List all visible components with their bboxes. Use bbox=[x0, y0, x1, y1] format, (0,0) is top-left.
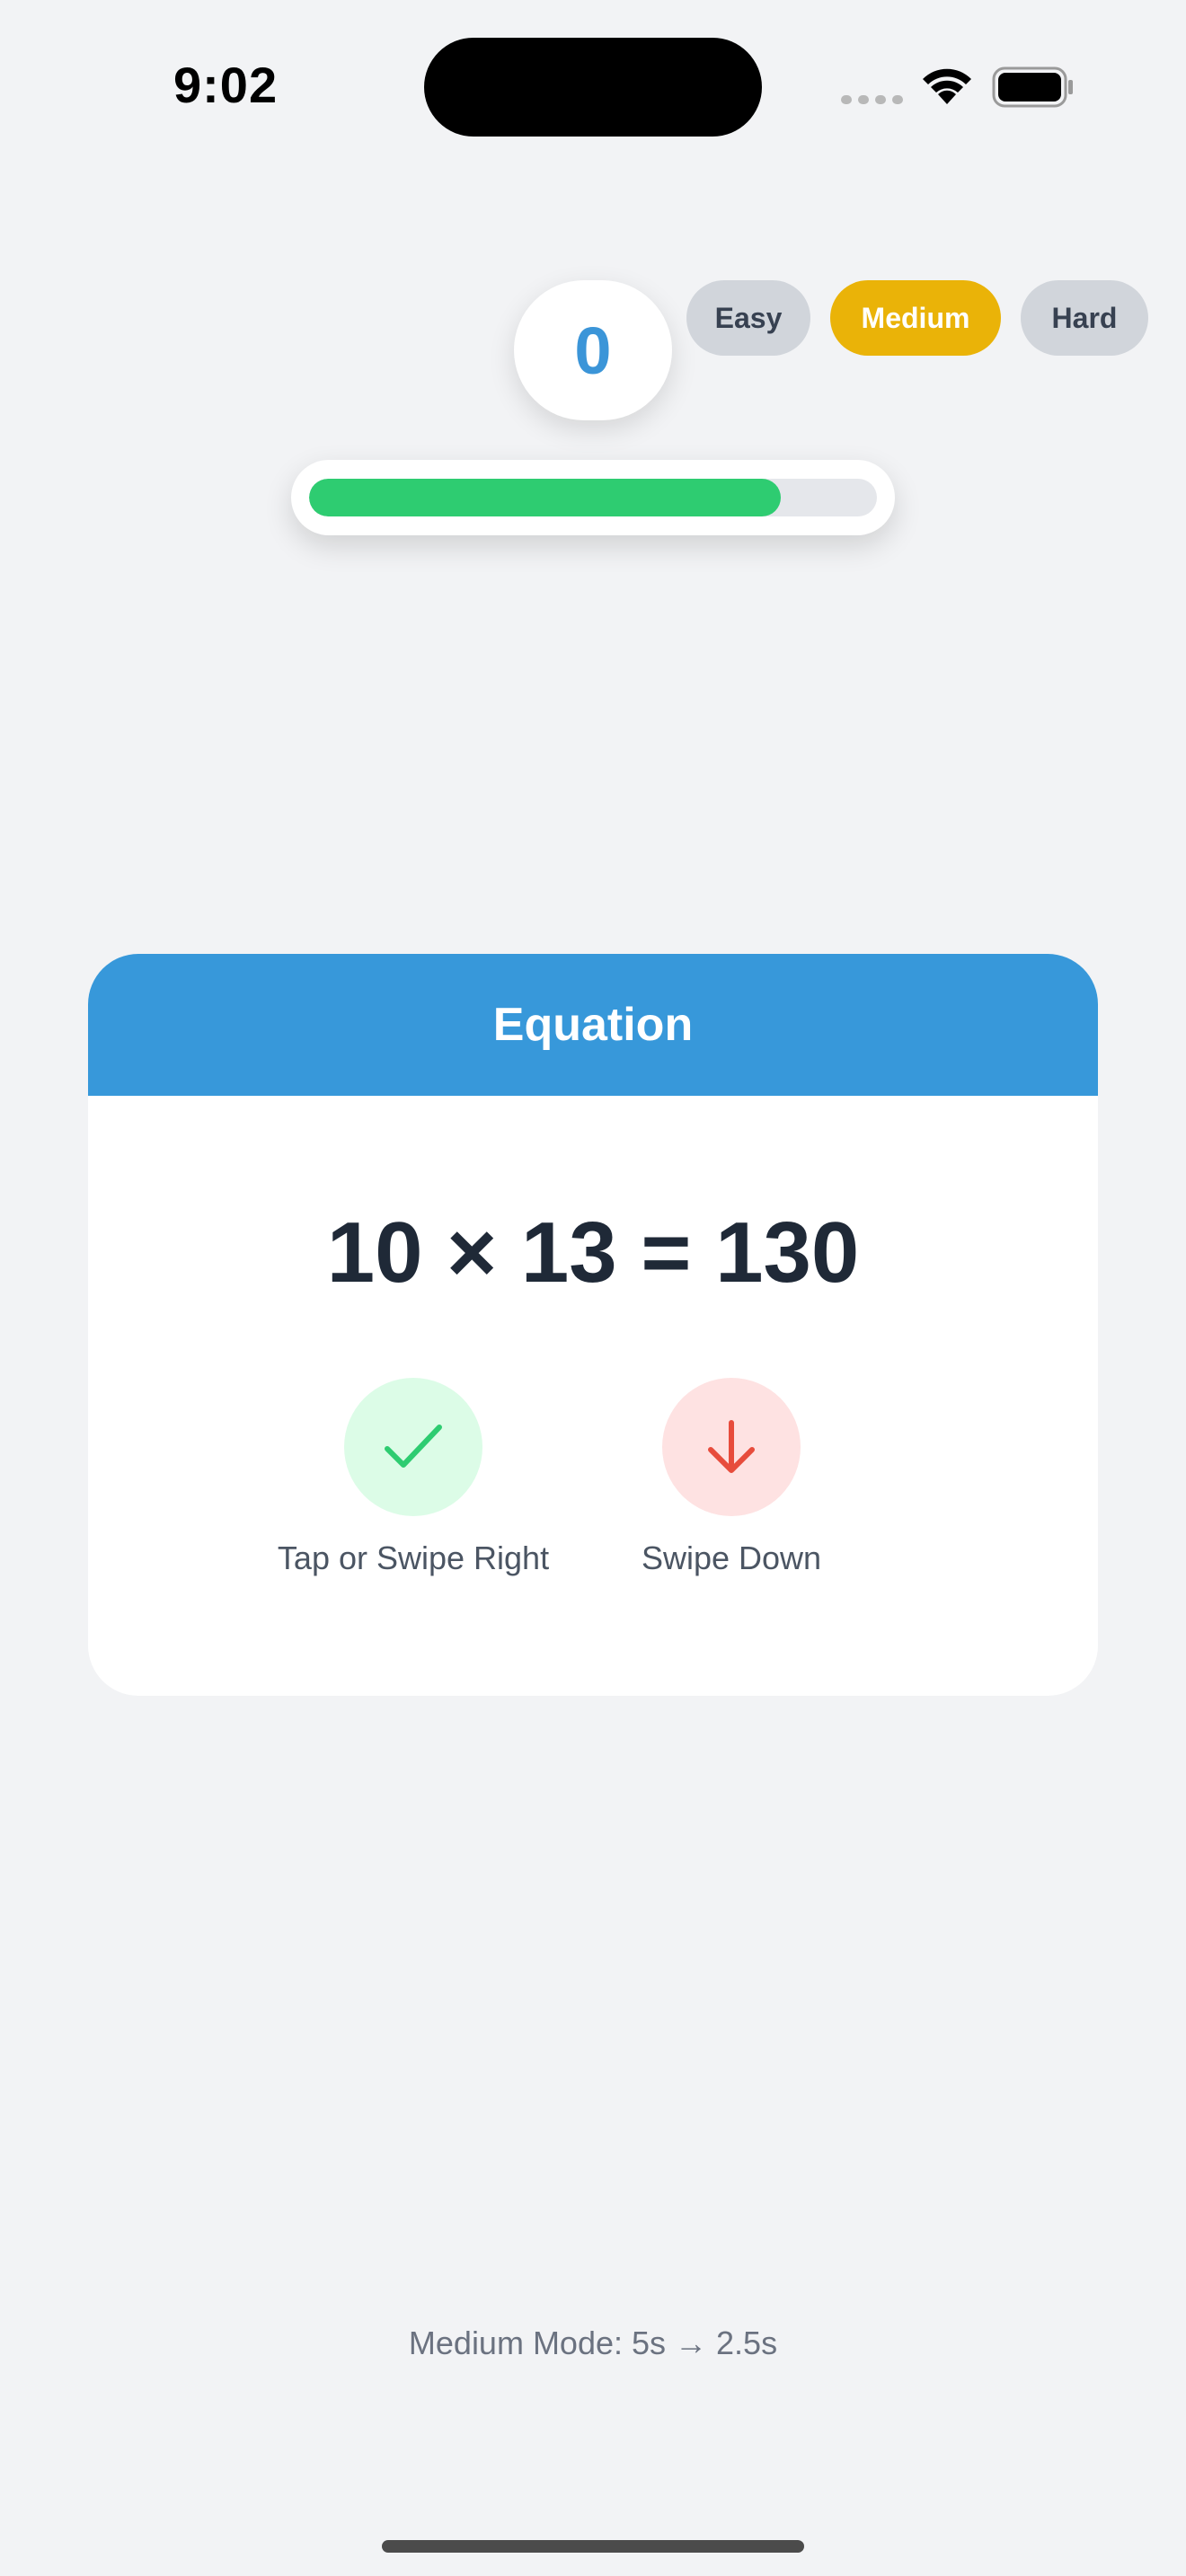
equation-card[interactable]: Equation 10 × 13 = 130 Tap or Swipe Righ… bbox=[88, 954, 1098, 1696]
arrow-down-icon bbox=[708, 1420, 755, 1473]
wrong-button[interactable] bbox=[662, 1378, 801, 1516]
home-indicator[interactable] bbox=[382, 2540, 804, 2553]
difficulty-medium-button[interactable]: Medium bbox=[830, 280, 1001, 356]
wifi-icon bbox=[923, 68, 971, 104]
mode-info-text: Medium Mode: 5s → 2.5s bbox=[408, 2325, 778, 2361]
score-badge: 0 bbox=[514, 280, 672, 420]
dynamic-island bbox=[424, 38, 762, 137]
difficulty-hard-button[interactable]: Hard bbox=[1021, 280, 1148, 356]
status-time: 9:02 bbox=[173, 57, 279, 113]
equation-text: 10 × 13 = 130 bbox=[326, 1204, 860, 1301]
timer-fill bbox=[309, 479, 781, 516]
correct-action[interactable]: Tap or Swipe Right bbox=[277, 1378, 550, 1577]
correct-button[interactable] bbox=[344, 1378, 482, 1516]
game-screen: 9:02 0 Easy Medium Hard Equation 10 × 13… bbox=[0, 0, 1186, 2576]
difficulty-easy-button[interactable]: Easy bbox=[686, 280, 810, 356]
correct-action-label: Tap or Swipe Right bbox=[277, 1539, 550, 1576]
cellular-signal-icon bbox=[841, 95, 903, 104]
timer-track bbox=[309, 479, 877, 516]
wrong-action-label: Swipe Down bbox=[641, 1539, 822, 1576]
checkmark-icon bbox=[385, 1425, 442, 1468]
timer-bar bbox=[291, 460, 895, 535]
card-header: Equation bbox=[88, 954, 1098, 1096]
wrong-action[interactable]: Swipe Down bbox=[597, 1378, 866, 1577]
battery-icon bbox=[992, 66, 1073, 108]
